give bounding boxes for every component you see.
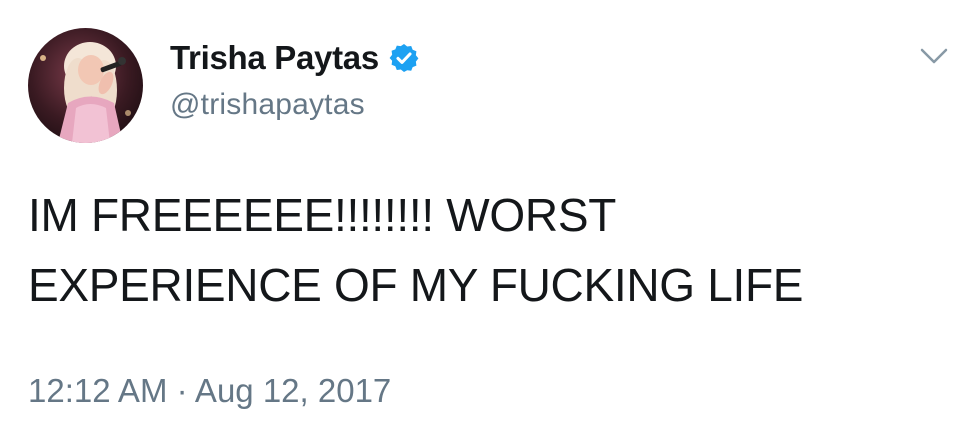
display-name[interactable]: Trisha Paytas	[170, 39, 379, 77]
tweet-card: Trisha Paytas @trishapaytas IM FREEEEEE!…	[0, 0, 975, 448]
avatar[interactable]	[28, 28, 143, 143]
tweet-timestamp[interactable]: 12:12 AM · Aug 12, 2017	[28, 372, 391, 410]
tweet-text: IM FREEEEEE!!!!!!!! WORST EXPERIENCE OF …	[28, 189, 804, 311]
avatar-photo	[28, 28, 143, 143]
chevron-down-icon[interactable]	[919, 46, 949, 68]
verified-badge-icon	[388, 42, 420, 74]
user-info: Trisha Paytas @trishapaytas	[170, 36, 420, 122]
name-row: Trisha Paytas	[170, 36, 420, 80]
user-handle[interactable]: @trishapaytas	[170, 88, 420, 122]
